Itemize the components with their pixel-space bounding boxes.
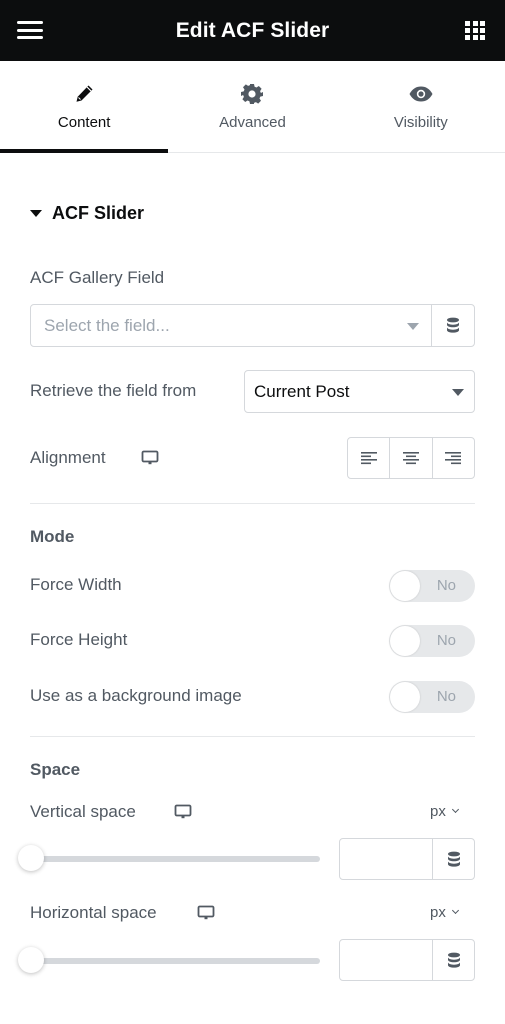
grid-icon-dot — [472, 28, 478, 33]
vertical-space-field — [339, 838, 475, 880]
horizontal-space-field — [339, 939, 475, 981]
widgets-grid-button[interactable] — [465, 21, 485, 41]
pencil-icon — [73, 81, 95, 107]
gallery-field-placeholder: Select the field... — [44, 315, 170, 335]
vertical-space-input[interactable] — [340, 839, 432, 879]
toggle-knob — [390, 626, 420, 656]
toggle-state: No — [436, 577, 456, 594]
align-center-button[interactable] — [389, 438, 431, 478]
divider — [30, 736, 475, 737]
tab-label: Advanced — [219, 114, 286, 131]
space-heading: Space — [30, 760, 81, 779]
hamburger-icon-bar — [17, 36, 43, 39]
mode-heading: Mode — [30, 527, 75, 546]
grid-icon-dot — [465, 35, 470, 41]
retrieve-select[interactable]: Current Post — [244, 370, 475, 413]
horizontal-space-slider[interactable] — [18, 947, 320, 973]
dynamic-tags-button[interactable] — [431, 305, 474, 346]
grid-icon-dot — [480, 28, 485, 33]
gallery-field-control: Select the field... — [30, 304, 475, 347]
toggle-knob — [390, 682, 420, 712]
horizontal-unit-select[interactable]: px — [430, 904, 459, 921]
tab-content[interactable]: Content — [0, 61, 169, 153]
grid-icon-dot — [480, 21, 485, 26]
vertical-space-slider[interactable] — [18, 845, 320, 871]
grid-icon-dot — [472, 35, 478, 41]
force-height-label: Force Height — [30, 630, 128, 649]
unit-label: px — [430, 904, 446, 921]
horizontal-space-label: Horizontal space — [30, 903, 157, 922]
responsive-desktop-icon[interactable] — [197, 905, 215, 926]
tab-label: Content — [57, 114, 111, 131]
panel-title: Edit ACF Slider — [175, 18, 330, 42]
caret-down-icon — [452, 389, 464, 396]
background-image-label: Use as a background image — [30, 686, 242, 705]
responsive-desktop-icon[interactable] — [174, 804, 192, 825]
responsive-desktop-icon[interactable] — [141, 450, 159, 471]
retrieve-label: Retrieve the field from — [30, 381, 197, 400]
toggle-state: No — [436, 632, 456, 649]
vertical-space-label: Vertical space — [30, 802, 136, 821]
chevron-down-icon — [451, 805, 459, 814]
align-left-icon — [360, 452, 377, 465]
tab-visibility[interactable]: Visibility — [337, 61, 505, 152]
unit-label: px — [430, 803, 446, 820]
align-left-button[interactable] — [348, 438, 389, 478]
vertical-unit-select[interactable]: px — [430, 803, 459, 820]
dynamic-tags-button[interactable] — [432, 839, 474, 879]
eye-icon — [408, 81, 434, 107]
horizontal-space-input[interactable] — [340, 940, 432, 980]
grid-icon-dot — [472, 21, 478, 26]
toggle-knob — [390, 571, 420, 601]
force-width-label: Force Width — [30, 575, 122, 594]
menu-button[interactable] — [17, 21, 43, 39]
database-icon — [447, 952, 460, 968]
alignment-label: Alignment — [30, 448, 106, 467]
alignment-choices — [347, 437, 475, 479]
retrieve-value: Current Post — [254, 381, 350, 401]
tab-label: Visibility — [393, 114, 448, 131]
hamburger-icon-bar — [17, 21, 43, 24]
chevron-down-icon — [451, 906, 459, 915]
align-right-icon — [445, 452, 462, 465]
force-height-toggle[interactable]: No — [389, 625, 475, 657]
align-right-button[interactable] — [431, 438, 474, 478]
grid-icon-dot — [465, 28, 470, 33]
gallery-field-select[interactable]: Select the field... — [31, 305, 431, 346]
caret-down-icon — [30, 210, 42, 217]
panel-tabs: Content Advanced Visibility — [0, 61, 505, 153]
caret-down-icon — [407, 323, 419, 330]
slider-track — [30, 958, 320, 964]
divider — [30, 503, 475, 504]
section-title: ACF Slider — [52, 203, 145, 223]
dynamic-tags-button[interactable] — [432, 940, 474, 980]
database-icon — [447, 317, 459, 333]
grid-icon-dot — [480, 35, 485, 41]
gear-icon — [240, 81, 264, 107]
tab-advanced[interactable]: Advanced — [168, 61, 336, 152]
grid-icon-dot — [465, 21, 470, 26]
slider-track — [30, 856, 320, 862]
slider-handle[interactable] — [18, 947, 44, 973]
hamburger-icon-bar — [17, 28, 43, 32]
force-width-toggle[interactable]: No — [389, 570, 475, 602]
section-toggle-acf-slider[interactable]: ACF Slider — [30, 203, 144, 224]
panel-header: Edit ACF Slider — [0, 0, 505, 61]
toggle-state: No — [436, 688, 456, 705]
gallery-field-label: ACF Gallery Field — [30, 268, 165, 287]
database-icon — [447, 851, 460, 867]
slider-handle[interactable] — [18, 845, 44, 871]
align-center-icon — [402, 452, 419, 465]
background-image-toggle[interactable]: No — [389, 681, 475, 713]
